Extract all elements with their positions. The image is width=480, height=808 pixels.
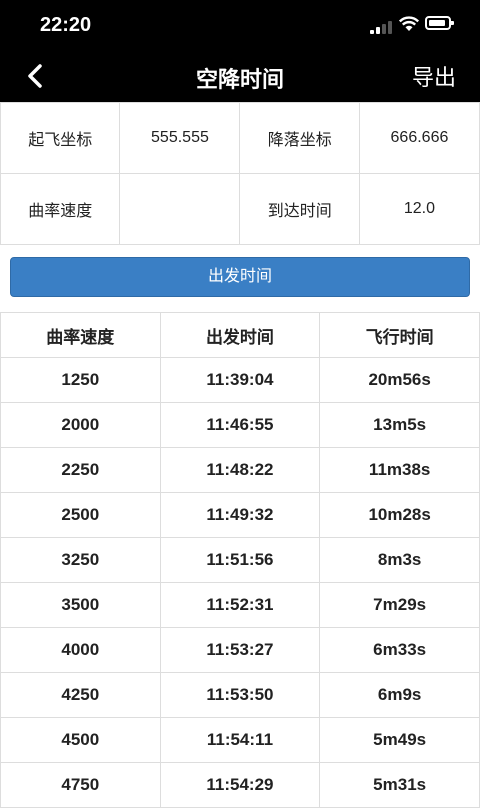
results-table: 曲率速度 出发时间 飞行时间 1250 11:39:04 20m56s 2000 11… (0, 312, 480, 808)
table-row[interactable]: 4750 11:54:29 5m31s (0, 762, 480, 808)
flight-time-cell: 7m29s (319, 582, 480, 628)
column-header: 飞行时间 (319, 312, 480, 358)
landing-value[interactable]: 666.666 (358, 102, 480, 174)
status-time: 22:20 (40, 14, 92, 36)
curve-speed-cell: 2000 (0, 402, 161, 448)
flight-time-cell: 13m5s (319, 402, 480, 448)
departure-time-cell: 11:52:31 (159, 582, 321, 628)
wifi-icon (398, 16, 420, 31)
departure-time-cell: 11:54:29 (159, 762, 321, 808)
departure-time-cell: 11:46:55 (159, 402, 321, 448)
flight-time-cell: 10m28s (319, 492, 480, 538)
arrival-time-label: 到达时间 (239, 173, 360, 245)
flight-time-cell: 11m38s (319, 447, 480, 493)
takeoff-label: 起飞坐标 (0, 102, 121, 174)
flight-time-cell: 5m31s (319, 762, 480, 808)
info-table: 起飞坐标 555.555 降落坐标 666.666 曲率速度 到达时间 12.0 (0, 102, 480, 245)
table-row[interactable]: 3250 11:51:56 8m3s (0, 537, 480, 583)
table-row[interactable]: 4250 11:53:50 6m9s (0, 672, 480, 718)
curve-speed-cell: 4000 (0, 627, 161, 673)
column-header: 出发时间 (159, 312, 321, 358)
departure-time-cell: 11:51:56 (159, 537, 321, 583)
landing-label: 降落坐标 (239, 102, 360, 174)
table-row[interactable]: 2000 11:46:55 13m5s (0, 402, 480, 448)
table-row[interactable]: 4000 11:53:27 6m33s (0, 627, 480, 673)
curve-speed-label: 曲率速度 (0, 173, 121, 245)
flight-time-cell: 5m49s (319, 717, 480, 763)
table-header-row: 曲率速度 出发时间 飞行时间 (0, 312, 480, 358)
curve-speed-cell: 2500 (0, 492, 161, 538)
battery-icon (425, 16, 454, 30)
flight-time-cell: 8m3s (319, 537, 480, 583)
curve-speed-cell: 3500 (0, 582, 161, 628)
cellular-signal-icon (370, 20, 392, 34)
export-button[interactable]: 导出 (412, 60, 456, 92)
table-row[interactable]: 2250 11:48:22 11m38s (0, 447, 480, 493)
table-row[interactable]: 1250 11:39:04 20m56s (0, 357, 480, 403)
table-row[interactable]: 2500 11:49:32 10m28s (0, 492, 480, 538)
flight-time-cell: 20m56s (319, 357, 480, 403)
departure-time-cell: 11:54:11 (159, 717, 321, 763)
departure-time-cell: 11:39:04 (159, 357, 321, 403)
column-header: 曲率速度 (0, 312, 161, 358)
departure-time-cell: 11:53:50 (159, 672, 321, 718)
takeoff-value[interactable]: 555.555 (119, 102, 241, 174)
curve-speed-cell: 4750 (0, 762, 161, 808)
curve-speed-cell: 4250 (0, 672, 161, 718)
table-row[interactable]: 4500 11:54:11 5m49s (0, 717, 480, 763)
departure-time-cell: 11:49:32 (159, 492, 321, 538)
flight-time-cell: 6m33s (319, 627, 480, 673)
table-row[interactable]: 3500 11:52:31 7m29s (0, 582, 480, 628)
page-title: 空降时间 (195, 67, 284, 92)
curve-speed-cell: 3250 (0, 537, 161, 583)
curve-speed-cell: 1250 (0, 357, 161, 403)
curve-speed-cell: 2250 (0, 447, 161, 493)
arrival-time-value[interactable]: 12.0 (358, 173, 480, 245)
flight-time-cell: 6m9s (319, 672, 480, 718)
departure-time-button[interactable]: 出发时间 (10, 257, 470, 297)
curve-speed-cell: 4500 (0, 717, 161, 763)
curve-speed-value[interactable] (119, 173, 241, 245)
nav-bar: 空降时间 导出 (0, 50, 480, 102)
status-bar: 22:20 (0, 0, 480, 50)
departure-time-cell: 11:48:22 (159, 447, 321, 493)
departure-time-cell: 11:53:27 (159, 627, 321, 673)
